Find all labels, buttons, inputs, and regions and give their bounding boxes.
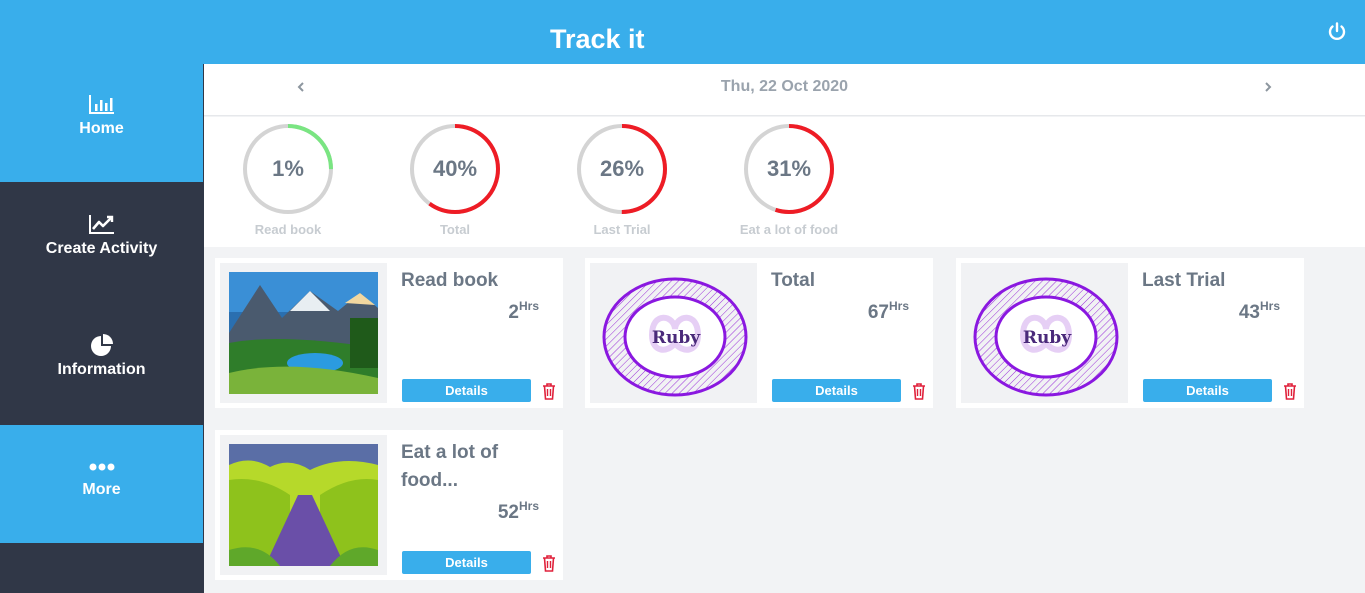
activity-title: Read book — [401, 270, 499, 291]
activity-hours: 43Hrs — [1238, 299, 1280, 323]
details-button[interactable]: Details — [402, 379, 531, 402]
activity-card: Ruby Last Trial 43Hrs Details — [956, 258, 1304, 408]
date-navigation: Thu, 22 Oct 2020 — [204, 64, 1365, 116]
activity-image — [220, 263, 387, 403]
sidebar-item-create-activity[interactable]: Create Activity — [0, 184, 203, 302]
activity-image: Ruby — [961, 263, 1128, 403]
details-button[interactable]: Details — [1143, 379, 1272, 402]
trash-icon[interactable] — [542, 555, 556, 572]
details-button[interactable]: Details — [772, 379, 901, 402]
current-date: Thu, 22 Oct 2020 — [720, 78, 849, 95]
sidebar: Home Create Activity Information More — [0, 64, 204, 593]
trash-icon[interactable] — [542, 383, 556, 400]
progress-ring: 26% Last Trial — [556, 117, 686, 247]
activity-hours: 67Hrs — [867, 299, 909, 323]
bar-chart-icon — [89, 95, 114, 114]
ruby-logo-text: Ruby — [652, 328, 701, 348]
trash-icon[interactable] — [912, 383, 926, 400]
activity-card: Eat a lot of food... 52Hrs Details — [215, 430, 563, 580]
progress-ring: 40% Total — [389, 117, 519, 247]
progress-value: 40% — [432, 156, 478, 181]
progress-label: Total — [439, 222, 471, 237]
activity-title: Last Trial — [1142, 270, 1226, 291]
top-bar: Track it — [0, 0, 1365, 64]
activity-hours: 2Hrs — [508, 299, 539, 323]
sidebar-item-more[interactable]: More — [0, 425, 203, 543]
pie-chart-icon — [91, 334, 113, 356]
activity-hours: 52Hrs — [497, 499, 539, 523]
activity-image — [220, 435, 387, 575]
sidebar-item-label: More — [82, 481, 121, 498]
progress-ring: 31% Eat a lot of food — [723, 117, 853, 247]
progress-label: Last Trial — [593, 222, 651, 237]
trash-icon[interactable] — [1283, 383, 1297, 400]
progress-ring: 1% Read book — [222, 117, 352, 247]
activity-card: Read book 2Hrs Details — [215, 258, 563, 408]
line-chart-icon — [89, 215, 114, 234]
power-icon[interactable] — [1326, 21, 1348, 43]
sidebar-item-home[interactable]: Home — [0, 64, 203, 182]
progress-value: 31% — [766, 156, 812, 181]
progress-summary: 1% Read book 40% Total 26% Last Trial 31… — [204, 117, 1365, 247]
ruby-logo-text: Ruby — [1023, 328, 1072, 348]
progress-label: Read book — [254, 222, 322, 237]
more-dots-icon — [89, 463, 115, 471]
app-title: Track it — [550, 24, 645, 54]
sidebar-item-label: Information — [57, 361, 146, 378]
progress-value: 1% — [272, 156, 304, 181]
activity-title: Eat a lot of food... — [401, 442, 499, 491]
details-button[interactable]: Details — [402, 551, 531, 574]
sidebar-item-information[interactable]: Information — [0, 305, 203, 423]
activity-image: Ruby — [590, 263, 757, 403]
progress-label: Eat a lot of food — [739, 222, 839, 237]
progress-value: 26% — [599, 156, 645, 181]
sidebar-item-label: Home — [79, 120, 124, 137]
activity-title: Total — [771, 270, 815, 291]
sidebar-item-label: Create Activity — [45, 240, 158, 257]
chevron-right-icon[interactable] — [1261, 78, 1275, 96]
activity-card: Ruby Total 67Hrs Details — [585, 258, 933, 408]
